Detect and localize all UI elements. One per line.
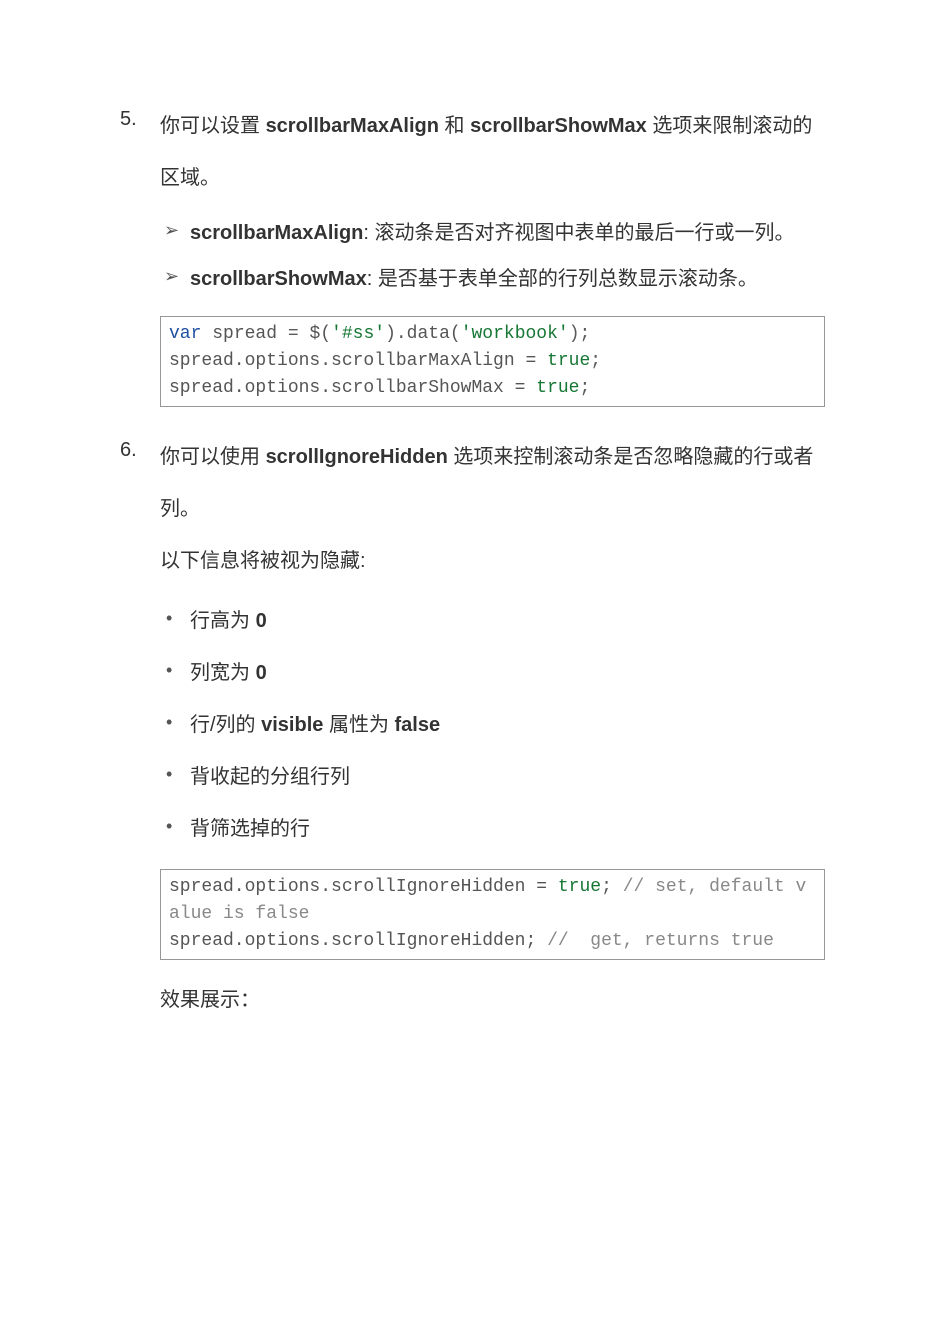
- bullet-bold: 0: [256, 610, 267, 632]
- bullet-bold: visible: [261, 714, 323, 736]
- bullet-bold: false: [395, 714, 441, 736]
- result-label: 效果展示：: [160, 978, 825, 1022]
- keyword-scrollbarShowMax: scrollbarShowMax: [470, 115, 647, 137]
- bullet-text: 背收起的分组行列: [190, 766, 350, 788]
- code-punct: );: [569, 324, 591, 344]
- list-number: 6.: [120, 431, 137, 469]
- code-literal-true: true: [536, 378, 579, 398]
- text: 和: [439, 115, 470, 137]
- bullet-bold: 0: [256, 662, 267, 684]
- code-string: 'workbook': [461, 324, 569, 344]
- code-punct: ;: [601, 877, 623, 897]
- bullet-text: 属性为: [323, 714, 394, 736]
- bullet-label: scrollbarShowMax: [190, 268, 367, 290]
- code-literal-true: true: [547, 351, 590, 371]
- code-comment: // get, returns true: [547, 931, 774, 951]
- document-page: 5. 你可以设置 scrollbarMaxAlign 和 scrollbarSh…: [0, 0, 945, 1106]
- dot-bullet: 列宽为 0: [160, 647, 825, 699]
- code-line: spread.options.scrollIgnoreHidden;: [169, 931, 547, 951]
- code-block: spread.options.scrollIgnoreHidden = true…: [160, 869, 825, 960]
- text: 你可以使用: [160, 446, 266, 468]
- arrow-bullet: scrollbarShowMax: 是否基于表单全部的行列总数显示滚动条。: [160, 256, 825, 302]
- code-punct: ;: [579, 378, 590, 398]
- code-keyword-var: var: [169, 324, 201, 344]
- list-number: 5.: [120, 100, 137, 138]
- dot-bullet: 背筛选掉的行: [160, 803, 825, 855]
- code-call: $(: [309, 324, 331, 344]
- bullet-text: 背筛选掉的行: [190, 818, 310, 840]
- list-item-6: 6. 你可以使用 scrollIgnoreHidden 选项来控制滚动条是否忽略…: [120, 431, 825, 1022]
- bullet-text: 行/列的: [190, 714, 261, 736]
- dot-bullet: 背收起的分组行列: [160, 751, 825, 803]
- code-line: spread.options.scrollbarMaxAlign =: [169, 351, 547, 371]
- bullet-text: 列宽为: [190, 662, 256, 684]
- code-punct: =: [277, 324, 309, 344]
- list-item-5: 5. 你可以设置 scrollbarMaxAlign 和 scrollbarSh…: [120, 100, 825, 407]
- arrow-bullet-list: scrollbarMaxAlign: 滚动条是否对齐视图中表单的最后一行或一列。…: [160, 210, 825, 302]
- bullet-desc: : 是否基于表单全部的行列总数显示滚动条。: [367, 268, 758, 290]
- arrow-bullet: scrollbarMaxAlign: 滚动条是否对齐视图中表单的最后一行或一列。: [160, 210, 825, 256]
- keyword-scrollIgnoreHidden: scrollIgnoreHidden: [266, 446, 448, 468]
- paragraph: 你可以设置 scrollbarMaxAlign 和 scrollbarShowM…: [160, 100, 825, 204]
- code-punct: ;: [590, 351, 601, 371]
- code-line: spread.options.scrollbarShowMax =: [169, 378, 536, 398]
- code-string: '#ss': [331, 324, 385, 344]
- dot-bullet: 行高为 0: [160, 595, 825, 647]
- text: 你可以设置: [160, 115, 266, 137]
- dot-bullet-list: 行高为 0 列宽为 0 行/列的 visible 属性为 false 背收起的分…: [160, 595, 825, 855]
- code-block: var spread = $('#ss').data('workbook'); …: [160, 316, 825, 407]
- code-line: spread.options.scrollIgnoreHidden =: [169, 877, 558, 897]
- code-call: ).data(: [385, 324, 461, 344]
- bullet-label: scrollbarMaxAlign: [190, 222, 363, 244]
- code-literal-true: true: [558, 877, 601, 897]
- ordered-list: 5. 你可以设置 scrollbarMaxAlign 和 scrollbarSh…: [120, 100, 825, 1022]
- bullet-text: 行高为: [190, 610, 256, 632]
- dot-bullet: 行/列的 visible 属性为 false: [160, 699, 825, 751]
- intro-line: 以下信息将被视为隐藏:: [160, 535, 825, 587]
- paragraph: 你可以使用 scrollIgnoreHidden 选项来控制滚动条是否忽略隐藏的…: [160, 431, 825, 535]
- keyword-scrollbarMaxAlign: scrollbarMaxAlign: [266, 115, 439, 137]
- code-identifier: spread: [212, 324, 277, 344]
- bullet-desc: : 滚动条是否对齐视图中表单的最后一行或一列。: [363, 222, 794, 244]
